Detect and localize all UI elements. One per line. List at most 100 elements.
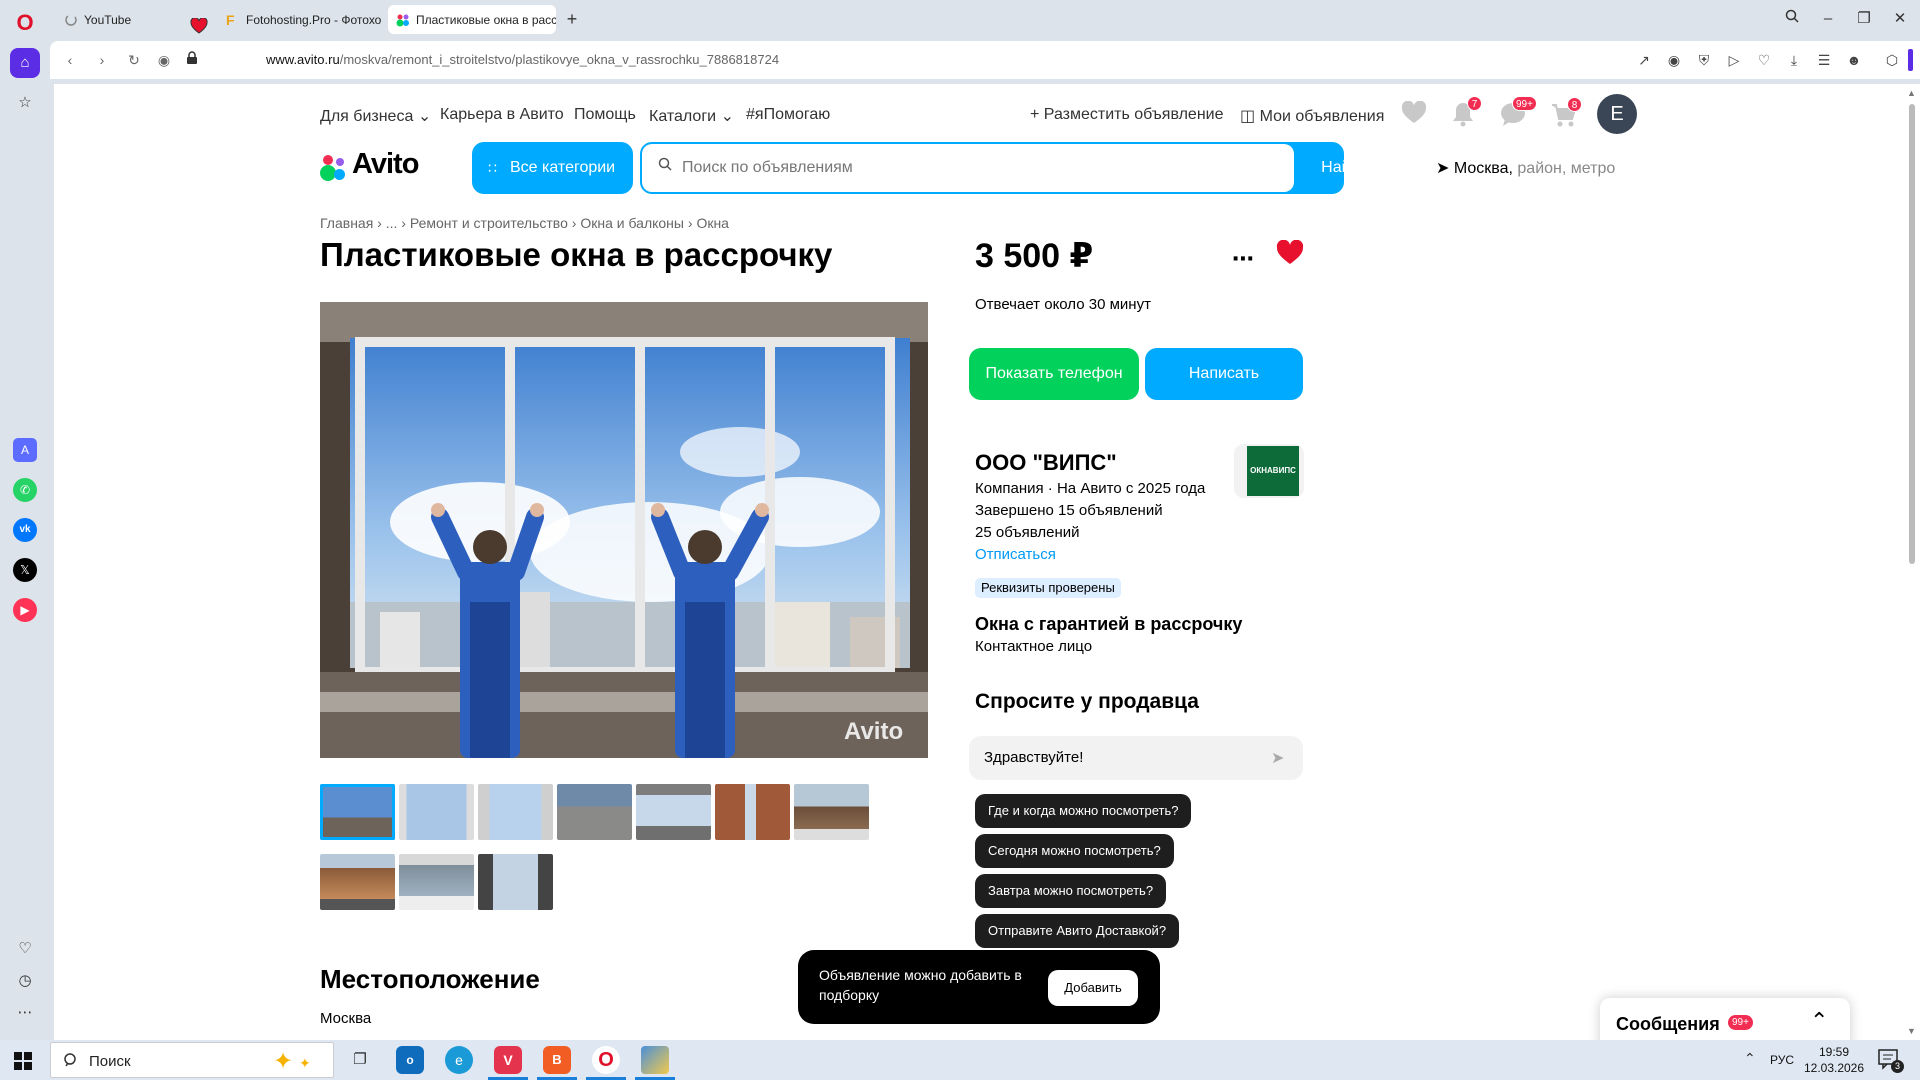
thumbnail-4[interactable]	[557, 784, 632, 840]
heart-outline-icon[interactable]: ♡	[10, 934, 40, 964]
thumbnail-10[interactable]	[478, 854, 553, 910]
my-ads-link[interactable]: ◫ Мои объявления	[1240, 106, 1384, 126]
thumbnail-3[interactable]	[478, 784, 553, 840]
minimize-button[interactable]: –	[1816, 8, 1840, 30]
vk-icon[interactable]: vk	[13, 518, 37, 542]
tab-avito-active[interactable]: Пластиковые окна в расс	[388, 5, 556, 34]
nav-catalogs[interactable]: Каталоги ⌄	[649, 106, 734, 126]
profile-icon[interactable]: ☻	[1844, 50, 1864, 70]
seller-logo-frame[interactable]: ОКНАВИПС	[1234, 444, 1304, 498]
seller-type: Компания · На Авито с 2025 года	[975, 480, 1206, 497]
scroll-up-icon[interactable]: ▲	[1907, 88, 1916, 98]
search-input[interactable]: Поиск по объявлениям	[642, 144, 1294, 192]
page-scrollbar[interactable]: ▲ ▼	[1904, 84, 1920, 1040]
search-button[interactable]: Найти	[1294, 144, 1394, 192]
add-to-collection-button[interactable]: Добавить	[1048, 970, 1138, 1006]
forward-icon[interactable]: ›	[92, 50, 112, 70]
thumbnail-2[interactable]	[399, 784, 474, 840]
taskbar-clock[interactable]: 19:59 12.03.2026	[1801, 1044, 1867, 1076]
easy-setup-icon[interactable]: ☰	[1814, 50, 1834, 70]
star-icon[interactable]: ☆	[10, 88, 40, 118]
send-icon[interactable]: ➤	[1271, 748, 1284, 768]
share-icon[interactable]: ↗	[1634, 50, 1654, 70]
nav-business[interactable]: Для бизнеса ⌄	[320, 106, 431, 126]
main-photo[interactable]: Avito	[320, 302, 928, 758]
avito-logo[interactable]: Avito	[352, 148, 419, 181]
location-selector[interactable]: ➤ Москва, район, метро	[1436, 158, 1615, 178]
close-window-button[interactable]: ✕	[1888, 8, 1912, 30]
x-icon[interactable]: 𝕏	[13, 558, 37, 582]
post-ad-link[interactable]: + Разместить объявление	[1030, 106, 1224, 124]
aria-icon[interactable]: A	[13, 438, 37, 462]
avatar[interactable]: E	[1597, 94, 1637, 134]
thumbnail-9[interactable]	[399, 854, 474, 910]
seller-name[interactable]: ООО "ВИПС"	[975, 450, 1117, 476]
favorites-heart-icon[interactable]	[1401, 100, 1427, 127]
windows-start-icon[interactable]	[14, 1052, 32, 1070]
bookmark-heart-icon[interactable]: ♡	[1754, 50, 1774, 70]
message-input[interactable]: Здравствуйте! ➤	[969, 736, 1303, 780]
play-icon[interactable]: ▷	[1724, 50, 1744, 70]
seller-ads-count[interactable]: 25 объявлений	[975, 524, 1080, 541]
tab-fotohosting[interactable]: F Fotohosting.Pro - Фотохо	[218, 5, 386, 34]
edge-icon[interactable]: e	[445, 1046, 473, 1074]
breadcrumb-repair[interactable]: Ремонт и строительство	[410, 215, 568, 231]
thumbnail-1[interactable]	[320, 784, 395, 840]
nav-career[interactable]: Карьера в Авито	[440, 106, 564, 124]
opera-icon[interactable]: O	[592, 1046, 620, 1074]
unsubscribe-link[interactable]: Отписаться	[975, 546, 1056, 563]
vivaldi-icon[interactable]: V	[494, 1046, 522, 1074]
tray-chevron-up-icon[interactable]: ⌃	[1744, 1050, 1756, 1067]
more-options-icon[interactable]: ⋯	[1232, 246, 1255, 272]
quick-question-chip[interactable]: Отправите Авито Доставкой?	[975, 914, 1180, 948]
opera-logo-icon[interactable]: O	[10, 8, 40, 38]
lock-icon[interactable]	[182, 50, 202, 70]
brave-icon[interactable]: B	[543, 1046, 571, 1074]
extensions-icon[interactable]: ⬡	[1882, 50, 1902, 70]
task-view-icon[interactable]: ❐	[346, 1046, 374, 1074]
all-categories-label: Все категории	[510, 159, 616, 176]
nav-help[interactable]: Помощь	[574, 106, 636, 124]
quick-question-chip[interactable]: Завтра можно посмотреть?	[975, 874, 1167, 908]
url-field[interactable]: www.avito.ru/moskva/remont_i_stroitelstv…	[266, 52, 779, 67]
show-phone-button[interactable]: Показать телефон	[969, 348, 1139, 400]
history-icon[interactable]: ◷	[10, 966, 40, 996]
thumbnail-7[interactable]	[794, 784, 869, 840]
scroll-down-icon[interactable]: ▼	[1907, 1026, 1916, 1036]
camera-icon[interactable]: ◉	[1664, 50, 1684, 70]
language-indicator[interactable]: РУС	[1770, 1053, 1794, 1067]
all-categories-button[interactable]: ∷ Все категории	[472, 142, 633, 194]
messenger-widget[interactable]: Сообщения 99+ ⌃	[1600, 998, 1850, 1040]
sidebar-toggle[interactable]	[1908, 49, 1913, 71]
whatsapp-icon[interactable]: ✆	[13, 478, 37, 502]
breadcrumb-windows-balconies[interactable]: Окна и балконы	[580, 215, 684, 231]
game-app-icon[interactable]	[641, 1046, 669, 1074]
scrollbar-thumb[interactable]	[1909, 104, 1915, 564]
favorite-heart-icon[interactable]	[1276, 239, 1304, 266]
reload-icon[interactable]: ↻	[124, 50, 144, 70]
avito-logo-icon[interactable]	[320, 155, 350, 183]
shield-icon[interactable]: ⛨	[1694, 50, 1714, 70]
breadcrumb-windows[interactable]: Окна	[696, 215, 729, 231]
back-icon[interactable]: ‹	[60, 50, 80, 70]
taskbar-search[interactable]: Поиск ✦ ✦	[50, 1042, 334, 1078]
download-icon[interactable]: ⤓	[1784, 50, 1804, 70]
home-icon[interactable]: ⌂	[10, 48, 40, 78]
thumbnail-6[interactable]	[715, 784, 790, 840]
location-pin-icon[interactable]: ◉	[154, 50, 174, 70]
chevron-up-icon[interactable]: ⌃	[1810, 1008, 1828, 1034]
outlook-icon[interactable]: o	[396, 1046, 424, 1074]
breadcrumb-ellipsis[interactable]: ...	[386, 215, 398, 231]
nav-ya-pomogayu[interactable]: #яПомогаю	[746, 106, 830, 124]
quick-question-chip[interactable]: Сегодня можно посмотреть?	[975, 834, 1174, 868]
write-message-button[interactable]: Написать	[1145, 348, 1303, 400]
quick-question-chip[interactable]: Где и когда можно посмотреть?	[975, 794, 1192, 828]
thumbnail-5[interactable]	[636, 784, 711, 840]
tab-search-icon[interactable]	[1780, 8, 1804, 30]
thumbnail-8[interactable]	[320, 854, 395, 910]
player-icon[interactable]: ▶	[13, 598, 37, 622]
breadcrumb-home[interactable]: Главная	[320, 215, 373, 231]
new-tab-button[interactable]: +	[562, 10, 582, 30]
restore-button[interactable]: ❐	[1852, 8, 1876, 30]
more-icon[interactable]: ⋯	[10, 998, 40, 1028]
